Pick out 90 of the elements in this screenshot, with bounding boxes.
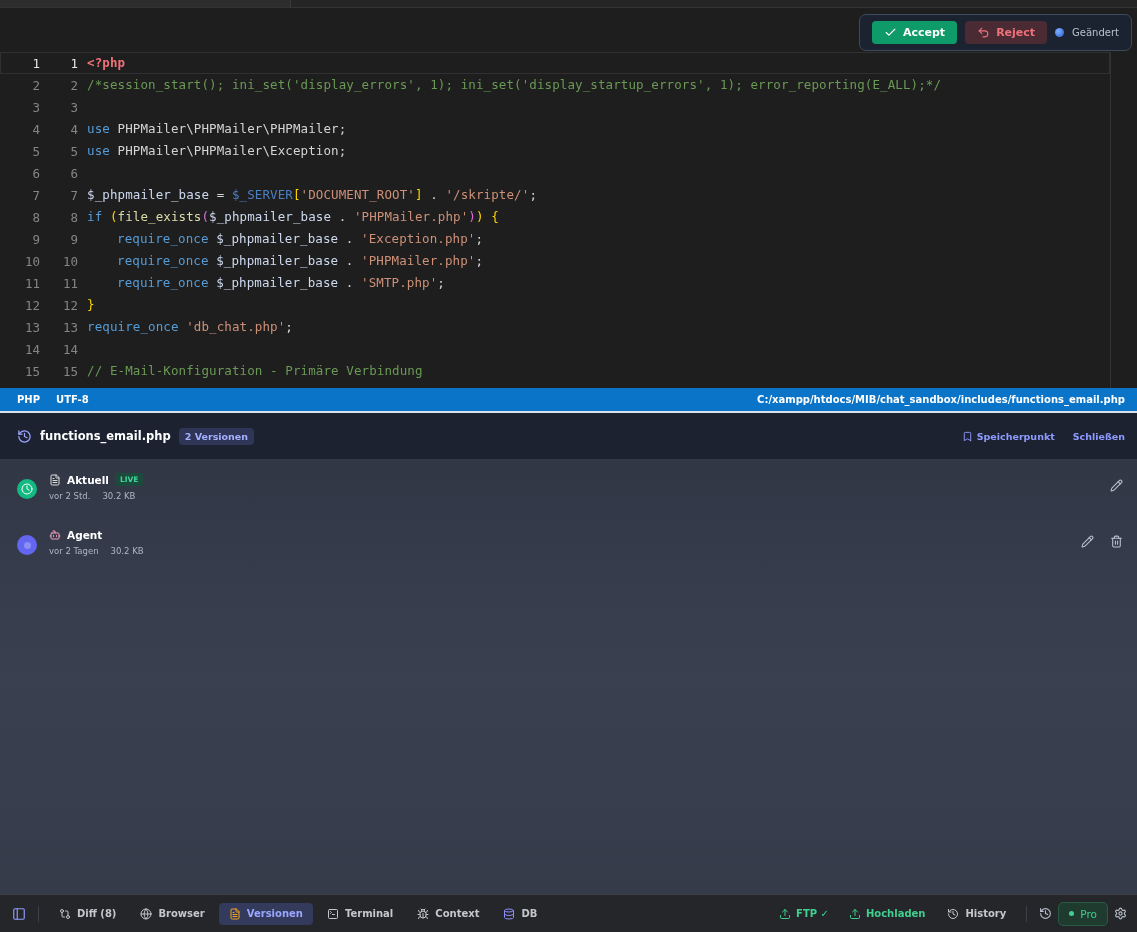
line-number: 8 xyxy=(31,209,40,225)
bug-icon xyxy=(417,907,430,920)
line-number: 5 xyxy=(69,143,78,159)
globe-icon xyxy=(140,907,153,920)
line-number: 15 xyxy=(23,363,40,379)
line-number: 4 xyxy=(31,121,40,137)
line-number: 13 xyxy=(61,319,78,335)
version-icon xyxy=(17,535,37,555)
save-point-link[interactable]: Speicherpunkt xyxy=(961,430,1055,442)
plan-badge: Pro xyxy=(1058,901,1108,926)
document-icon xyxy=(228,907,241,920)
line-number: 7 xyxy=(31,187,40,203)
line-number: 10 xyxy=(61,253,78,269)
line-number: 11 xyxy=(23,275,40,291)
history-icon xyxy=(947,907,960,920)
line-number: 8 xyxy=(69,209,78,225)
status-dot-icon xyxy=(1055,28,1065,37)
code-text: use PHPMailer\PHPMailer\Exception; xyxy=(87,143,347,159)
encoding-label: UTF-8 xyxy=(56,394,89,405)
line-number: 5 xyxy=(31,143,40,159)
change-status: Geändert xyxy=(1072,27,1119,38)
line-number: 11 xyxy=(61,275,78,291)
code-text: $_phpmailer_base = $_SERVER['DOCUMENT_ROOT'] . '/skripte/'; xyxy=(87,187,537,203)
line-number: 12 xyxy=(23,297,40,313)
code-text: require_once 'db_chat.php'; xyxy=(87,319,293,335)
accept-button[interactable]: Accept xyxy=(872,21,958,44)
reject-button[interactable]: Reject xyxy=(965,21,1048,44)
version-title: Aktuell xyxy=(67,473,109,486)
panel-tab[interactable]: Versionen xyxy=(218,902,313,925)
document-icon xyxy=(49,473,61,486)
check-icon xyxy=(884,26,897,39)
line-number: 14 xyxy=(23,341,40,357)
language-label: PHP xyxy=(17,394,41,405)
line-number: 9 xyxy=(69,231,78,247)
code-text: // E-Mail-Konfiguration - Primäre Verbindung xyxy=(87,363,423,379)
version-size: 30.2 KB xyxy=(110,546,144,556)
panel-tab[interactable]: Terminal xyxy=(316,902,404,925)
line-number: 3 xyxy=(69,99,78,115)
code-text: } xyxy=(87,297,95,313)
line-number: 6 xyxy=(31,165,40,181)
version-title: Agent xyxy=(67,529,103,541)
history-button[interactable]: History xyxy=(937,902,1017,925)
edit-button[interactable] xyxy=(1079,533,1096,550)
compare-icon xyxy=(59,907,71,920)
terminal-icon xyxy=(326,907,339,920)
code-text: <?php xyxy=(87,55,126,71)
code-text: if (file_exists($_phpmailer_base . 'PHPMailer.php')) { xyxy=(87,209,499,225)
line-number: 7 xyxy=(69,187,78,203)
line-number: 13 xyxy=(23,319,40,335)
close-link[interactable]: Schließen xyxy=(1072,430,1125,442)
line-number: 3 xyxy=(31,99,40,115)
version-size: 30.2 KB xyxy=(102,491,136,501)
line-number: 4 xyxy=(69,121,78,137)
line-number: 9 xyxy=(31,231,40,247)
line-number: 2 xyxy=(69,77,78,93)
line-number: 12 xyxy=(61,297,78,313)
panel-tab[interactable]: Context xyxy=(407,902,490,925)
panel-tab[interactable]: DB xyxy=(493,902,548,925)
code-text: require_once $_phpmailer_base . 'SMTP.php'; xyxy=(116,275,445,291)
code-text: use PHPMailer\PHPMailer\PHPMailer; xyxy=(87,121,347,137)
panel-tab[interactable]: Diff (8) xyxy=(49,902,127,925)
code-text: require_once $_phpmailer_base . 'Exception.php'; xyxy=(116,231,484,247)
edit-button[interactable] xyxy=(1108,477,1125,494)
upload-button[interactable]: Hochladen xyxy=(840,902,934,925)
line-number: 1 xyxy=(69,55,78,71)
robot-icon xyxy=(49,529,61,541)
history-icon xyxy=(17,428,32,444)
version-age: vor 2 Std. xyxy=(49,491,91,501)
code-text: /*session_start(); ini_set('display_errors', 1); ini_set('display_startup_errors', 1); error_reporting(E_ALL);*/ xyxy=(87,77,942,93)
version-age: vor 2 Tagen xyxy=(49,546,99,556)
upload-icon xyxy=(848,907,861,920)
delete-button[interactable] xyxy=(1108,533,1125,550)
line-number: 14 xyxy=(61,341,78,357)
line-number: 15 xyxy=(61,363,78,379)
line-number: 10 xyxy=(23,253,40,269)
panel-tab[interactable]: Browser xyxy=(130,902,215,925)
database-icon xyxy=(503,907,516,920)
settings-button[interactable] xyxy=(1112,905,1129,922)
line-number: 6 xyxy=(69,165,78,181)
undo-icon xyxy=(977,26,991,39)
line-number: 1 xyxy=(31,55,40,71)
code-text: require_once $_phpmailer_base . 'PHPMailer.php'; xyxy=(116,253,484,269)
ftp-button[interactable]: FTP ✓ xyxy=(771,902,837,925)
version-icon xyxy=(17,479,37,499)
line-number: 2 xyxy=(31,77,40,93)
upload-icon xyxy=(779,907,792,920)
file-path: C:/xampp/htdocs/MIB/chat_sandbox/includes/functions_email.php xyxy=(757,394,1125,405)
file-name: functions_email.php xyxy=(40,429,171,443)
version-count: 2 Versionen xyxy=(178,427,255,445)
bookmark-icon xyxy=(961,430,973,442)
